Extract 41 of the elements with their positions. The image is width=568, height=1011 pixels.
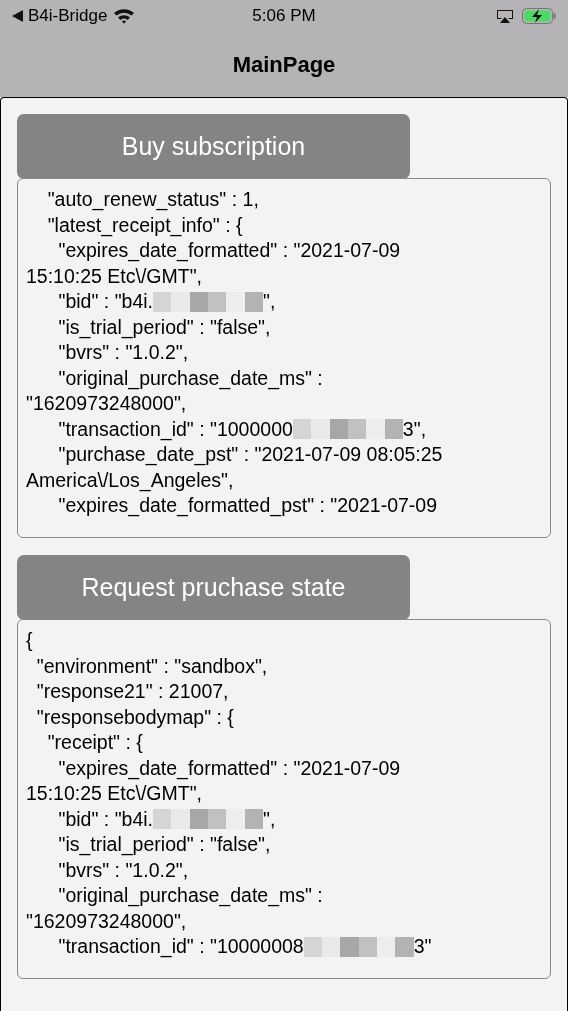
back-app-label[interactable]: B4i-Bridge	[28, 3, 108, 29]
json-line: America\/Los_Angeles",	[26, 467, 234, 493]
json-line: "bid" : "b4i.	[57, 806, 153, 832]
back-icon[interactable]	[12, 10, 23, 22]
response-text-area[interactable]	[17, 178, 551, 538]
json-line: "expires_date_formatted" : "2021-07-09	[57, 755, 401, 781]
action-button[interactable]: Request pruchase state	[17, 555, 410, 620]
json-line: "transaction_id" : "1000000	[57, 416, 293, 442]
json-line: 15:10:25 Etc\/GMT",	[26, 781, 202, 807]
wifi-icon	[113, 8, 136, 24]
json-line: "is_trial_period" : "false",	[57, 314, 271, 340]
json-line: 15:10:25 Etc\/GMT",	[26, 263, 202, 289]
json-line: {	[26, 628, 33, 654]
json-line: "original_purchase_date_ms" :	[57, 365, 323, 391]
json-line: "environment" : "sandbox",	[35, 653, 268, 679]
json-line: "latest_receipt_info" : {	[46, 212, 243, 238]
json-line: "bid" : "b4i.	[57, 289, 153, 315]
json-line: "transaction_id" : "10000008	[57, 934, 304, 960]
json-line: "receipt" : {	[46, 730, 143, 756]
airplay-icon	[496, 8, 514, 24]
json-line: ",	[263, 806, 276, 832]
json-line: "bvrs" : "1.0.2",	[57, 340, 189, 366]
json-line: 3",	[402, 416, 427, 442]
battery-charging-icon	[522, 8, 556, 24]
json-line: "response21" : 21007,	[35, 679, 229, 705]
status-time: 5:06 PM	[252, 5, 316, 28]
response-text-area[interactable]	[17, 619, 551, 979]
json-line: "is_trial_period" : "false",	[57, 832, 271, 858]
json-line: "original_purchase_date_ms" :	[57, 883, 323, 909]
json-line: "1620973248000",	[26, 391, 187, 417]
json-line: "1620973248000",	[26, 908, 187, 934]
json-line: "expires_date_formatted_pst" : "2021-07-09	[57, 493, 437, 519]
json-line: "purchase_date_pst" : "2021-07-09 08:05:25	[57, 442, 443, 468]
json-line: "expires_date_formatted" : "2021-07-09	[57, 238, 401, 264]
nav-title: MainPage	[232, 51, 336, 79]
json-line: "auto_renew_status" : 1,	[46, 187, 259, 213]
action-button[interactable]: Buy subscription	[17, 114, 410, 179]
json-line: ",	[263, 289, 276, 315]
json-line: 3"	[413, 934, 432, 960]
json-line: "bvrs" : "1.0.2",	[57, 857, 189, 883]
json-line: "responsebodymap" : {	[35, 704, 234, 730]
